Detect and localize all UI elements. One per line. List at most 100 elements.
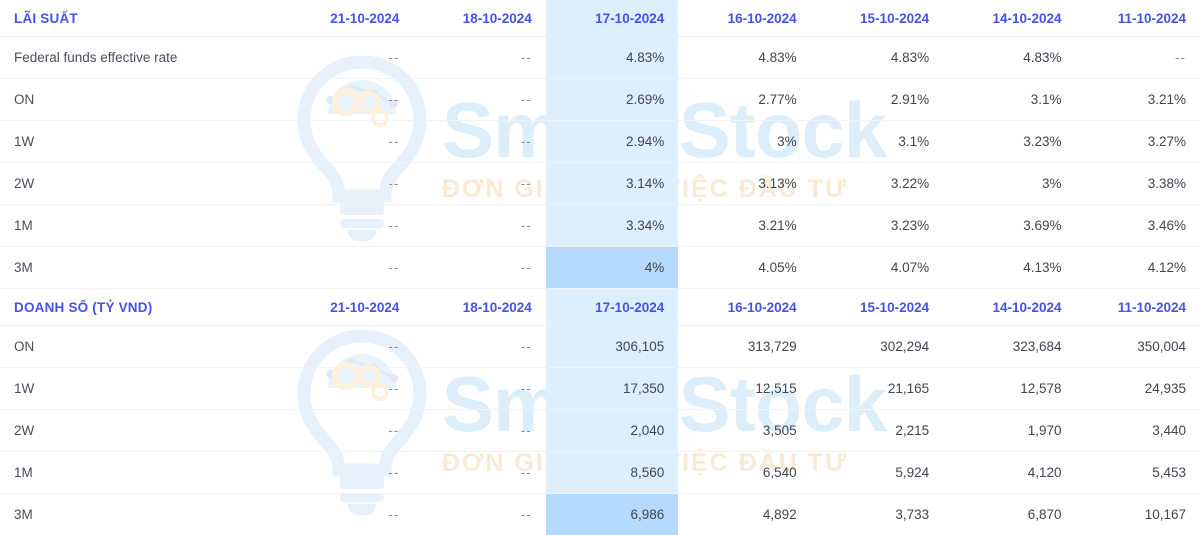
table-cell-value: 3,505 xyxy=(678,410,810,452)
table-cell-value: 3.22% xyxy=(811,163,943,205)
column-header-date[interactable]: 17-10-2024 xyxy=(546,289,678,326)
empty-value-dash: -- xyxy=(388,260,399,275)
table-cell-value: -- xyxy=(281,205,413,247)
section-header-row: DOANH SỐ (TỶ VND)21-10-202418-10-202417-… xyxy=(0,289,1200,326)
section-title: LÃI SUẤT xyxy=(0,0,281,37)
table-row[interactable]: 3M----4%4.05%4.07%4.13%4.12% xyxy=(0,247,1200,289)
empty-value-dash: -- xyxy=(388,339,399,354)
row-label: 2W xyxy=(0,163,281,205)
section-title: DOANH SỐ (TỶ VND) xyxy=(0,289,281,326)
column-header-date[interactable]: 14-10-2024 xyxy=(943,289,1075,326)
table-row[interactable]: 2W----2,0403,5052,2151,9703,440 xyxy=(0,410,1200,452)
table-cell-value: 3% xyxy=(943,163,1075,205)
table-row[interactable]: ON -- -- 306,105313,729302,294323,684350,00… xyxy=(0,326,1200,368)
table-cell-value: 21,165 xyxy=(811,368,943,410)
table-cell-value: 3.46% xyxy=(1076,205,1200,247)
column-header-date[interactable]: 21-10-2024 xyxy=(281,289,413,326)
table-cell-value: -- xyxy=(281,410,413,452)
table-cell-value: 3.38% xyxy=(1076,163,1200,205)
table-row[interactable]: 1W----2.94%3%3.1%3.23%3.27% xyxy=(0,121,1200,163)
column-header-date[interactable]: 21-10-2024 xyxy=(281,0,413,37)
table-cell-value: 323,684 xyxy=(943,326,1075,368)
row-label: ON xyxy=(0,79,281,121)
column-header-date[interactable]: 11-10-2024 xyxy=(1076,289,1200,326)
table-row[interactable]: 1M----8,5606,5405,9244,1205,453 xyxy=(0,452,1200,494)
interest-rate-sheet: LÃI SUẤT21-10-202418-10-202417-10-202416… xyxy=(0,0,1200,535)
table-cell-value: 2.94% xyxy=(546,121,678,163)
row-label: 3M xyxy=(0,247,281,289)
table-cell-value: -- xyxy=(281,79,413,121)
table-cell-value: 6,540 xyxy=(678,452,810,494)
empty-value-dash: -- xyxy=(388,176,399,191)
table-cell-value: -- xyxy=(413,410,545,452)
column-header-date[interactable]: 14-10-2024 xyxy=(943,0,1075,37)
table-cell-value: 12,578 xyxy=(943,368,1075,410)
row-label: 1W xyxy=(0,121,281,163)
table-cell-value: 5,924 xyxy=(811,452,943,494)
table-cell-value: -- xyxy=(413,326,545,368)
table-cell-value: -- xyxy=(1076,37,1200,79)
table-cell-value: 3.21% xyxy=(1076,79,1200,121)
table-row[interactable]: 1M -- -- 3.34%3.21%3.23%3.69%3.46% xyxy=(0,205,1200,247)
table-cell-value: 1,970 xyxy=(943,410,1075,452)
table-cell-value: 350,004 xyxy=(1076,326,1200,368)
table-cell-value: -- xyxy=(413,163,545,205)
table-cell-value: -- xyxy=(281,121,413,163)
table-cell-value: 4.13% xyxy=(943,247,1075,289)
table-cell-value: 3.13% xyxy=(678,163,810,205)
table-cell-value: 4.12% xyxy=(1076,247,1200,289)
table-cell-value: 5,453 xyxy=(1076,452,1200,494)
empty-value-dash: -- xyxy=(388,507,399,522)
empty-value-dash: -- xyxy=(388,465,399,480)
table-cell-value: 313,729 xyxy=(678,326,810,368)
row-label: 2W xyxy=(0,410,281,452)
table-cell-value: 4.83% xyxy=(811,37,943,79)
table-cell-value: 3.21% xyxy=(678,205,810,247)
column-header-date[interactable]: 16-10-2024 xyxy=(678,0,810,37)
table-row[interactable]: ON----2.69%2.77%2.91%3.1%3.21% xyxy=(0,79,1200,121)
table-cell-value: 3.23% xyxy=(811,205,943,247)
column-header-date[interactable]: 18-10-2024 xyxy=(413,289,545,326)
table-cell-value: 17,350 xyxy=(546,368,678,410)
empty-value-dash: -- xyxy=(521,218,532,233)
empty-value-dash: -- xyxy=(521,260,532,275)
column-header-date[interactable]: 18-10-2024 xyxy=(413,0,545,37)
table-row[interactable]: 1W----17,35012,51521,16512,57824,935 xyxy=(0,368,1200,410)
table-cell-value: 3.27% xyxy=(1076,121,1200,163)
table-cell-value: 2,215 xyxy=(811,410,943,452)
table-row[interactable]: 2W -- -- 3.14%3.13%3.22%3%3.38% xyxy=(0,163,1200,205)
empty-value-dash: -- xyxy=(388,423,399,438)
empty-value-dash: -- xyxy=(521,50,532,65)
empty-value-dash: -- xyxy=(521,176,532,191)
column-header-date[interactable]: 11-10-2024 xyxy=(1076,0,1200,37)
empty-value-dash: -- xyxy=(388,134,399,149)
column-header-date[interactable]: 17-10-2024 xyxy=(546,0,678,37)
table-cell-value: -- xyxy=(281,247,413,289)
empty-value-dash: -- xyxy=(521,381,532,396)
empty-value-dash: -- xyxy=(521,339,532,354)
table-cell-value: 3.14% xyxy=(546,163,678,205)
table-cell-value: 3.23% xyxy=(943,121,1075,163)
table-cell-value: 3.34% xyxy=(546,205,678,247)
table-cell-value: 4.83% xyxy=(678,37,810,79)
row-label: Federal funds effective rate xyxy=(0,37,281,79)
table-cell-value: 2.69% xyxy=(546,79,678,121)
row-label: ON xyxy=(0,326,281,368)
table-cell-value: 4.07% xyxy=(811,247,943,289)
table-cell-value: 306,105 xyxy=(546,326,678,368)
table-cell-value: 3.69% xyxy=(943,205,1075,247)
table-cell-value: -- xyxy=(413,452,545,494)
rates-volume-table: LÃI SUẤT21-10-202418-10-202417-10-202416… xyxy=(0,0,1200,535)
table-cell-value: 302,294 xyxy=(811,326,943,368)
column-header-date[interactable]: 15-10-2024 xyxy=(811,0,943,37)
table-cell-value: 3% xyxy=(678,121,810,163)
empty-value-dash: -- xyxy=(521,423,532,438)
section-header-row: LÃI SUẤT21-10-202418-10-202417-10-202416… xyxy=(0,0,1200,37)
row-label: 1M xyxy=(0,205,281,247)
column-header-date[interactable]: 16-10-2024 xyxy=(678,289,810,326)
table-row[interactable]: Federal funds effective rate -- -- 4.83%4.8… xyxy=(0,37,1200,79)
column-header-date[interactable]: 15-10-2024 xyxy=(811,289,943,326)
table-cell-value: 2.91% xyxy=(811,79,943,121)
row-label: 1W xyxy=(0,368,281,410)
empty-value-dash: -- xyxy=(388,218,399,233)
